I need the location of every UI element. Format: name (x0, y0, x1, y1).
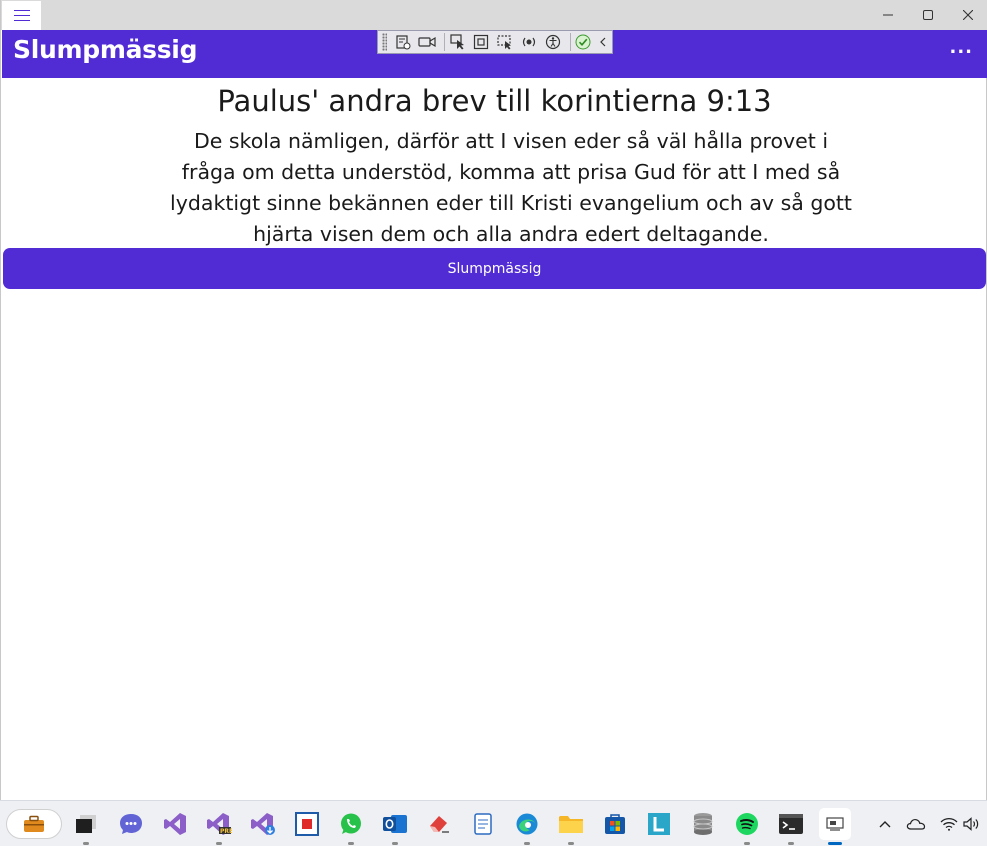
verse-reference: Paulus' andra brev till korintierna 9:13 (217, 84, 772, 118)
svg-text:PRE: PRE (220, 828, 232, 835)
eraser-app-icon (430, 816, 449, 833)
hamburger-icon (13, 9, 30, 22)
toolbar-separator (443, 33, 445, 51)
taskbar-l-app[interactable] (643, 808, 675, 840)
toolbar-separator (569, 33, 571, 51)
network-tray-button[interactable] (938, 813, 960, 835)
random-verse-button[interactable]: Slumpmässig (3, 248, 986, 289)
video-camera-icon (418, 36, 436, 48)
taskbar-spotify[interactable] (731, 808, 763, 845)
briefcase-app-button[interactable] (6, 809, 62, 839)
collapse-toolbar-button[interactable] (597, 32, 608, 52)
app-red-square-icon (295, 812, 319, 836)
taskbar-file-explorer[interactable] (555, 808, 587, 845)
show-hidden-icons-button[interactable] (874, 813, 896, 835)
taskbar-visual-studio[interactable] (159, 808, 191, 840)
wifi-icon (940, 817, 958, 831)
running-indicator (744, 842, 750, 845)
taskbar-database[interactable] (687, 808, 719, 840)
taskbar-red-app[interactable] (291, 808, 323, 840)
edge-icon (516, 813, 538, 835)
close-button[interactable] (948, 0, 987, 30)
taskbar-maui-app[interactable] (819, 808, 851, 845)
maui-app-icon (826, 817, 844, 831)
live-visual-tree-icon (396, 35, 411, 50)
taskbar-windows-terminal[interactable] (775, 808, 807, 845)
track-focus-button[interactable] (495, 32, 515, 52)
visual-studio-installer-icon (251, 813, 275, 835)
terminal-window-icon (76, 815, 96, 833)
close-icon (963, 10, 973, 20)
taskbar-edge[interactable] (511, 808, 543, 845)
taskbar-eraser-app[interactable] (423, 808, 455, 840)
display-layout-adorners-button[interactable] (472, 32, 492, 52)
windows-taskbar: PRE (0, 800, 987, 846)
file-explorer-icon (559, 816, 583, 833)
visual-studio-icon (164, 813, 186, 835)
taskbar-visual-studio-preview[interactable]: PRE (203, 808, 235, 845)
app-window: Slumpmässig ... Paulus' andra brev till … (0, 0, 987, 800)
teams-chat-icon (120, 814, 142, 834)
l-app-icon (648, 813, 670, 835)
cloud-icon (906, 819, 926, 830)
running-indicator (392, 842, 398, 845)
volume-tray-button[interactable] (961, 813, 983, 835)
toolbar-grip-handle[interactable] (382, 33, 388, 51)
xaml-debug-toolbar (377, 30, 613, 54)
taskbar-terminal-window[interactable] (70, 808, 102, 845)
taskbar-outlook[interactable] (379, 808, 411, 845)
running-indicator (348, 842, 354, 845)
taskbar-teams-chat[interactable] (115, 808, 147, 840)
running-indicator (83, 842, 89, 845)
accessibility-check-button[interactable] (543, 32, 563, 52)
hamburger-menu-button[interactable] (2, 1, 41, 30)
track-focus-icon (497, 35, 512, 50)
whatsapp-icon (341, 813, 361, 834)
speaker-icon (963, 817, 979, 831)
notepad-icon (474, 813, 492, 835)
minimize-icon (883, 14, 893, 16)
windows-terminal-icon (779, 814, 803, 834)
app-title: Slumpmässig (13, 35, 198, 64)
verse-text: De skola nämligen, därför att I visen ed… (170, 129, 852, 246)
layout-adorner-icon (474, 34, 489, 50)
running-indicator (524, 842, 530, 845)
check-circle-icon (575, 34, 591, 50)
outlook-icon (383, 815, 407, 833)
spotify-icon (736, 813, 758, 835)
store-icon (605, 814, 625, 834)
hot-reload-status-button[interactable] (573, 32, 593, 52)
select-element-button[interactable] (448, 32, 468, 52)
maximize-icon (923, 10, 933, 20)
chevron-left-icon (599, 37, 605, 47)
running-indicator (216, 842, 222, 845)
binding-failure-icon (522, 37, 536, 47)
taskbar-whatsapp[interactable] (335, 808, 367, 845)
maximize-button[interactable] (908, 0, 948, 30)
database-icon (693, 813, 713, 835)
accessibility-icon (545, 34, 560, 50)
live-visual-tree-button[interactable] (393, 32, 413, 52)
more-options-button[interactable]: ... (949, 37, 973, 58)
onedrive-tray-button[interactable] (905, 813, 927, 835)
chevron-up-icon (879, 821, 891, 828)
taskbar-notepad[interactable] (467, 808, 499, 840)
briefcase-icon (24, 815, 44, 832)
record-video-button[interactable] (417, 32, 437, 52)
binding-failures-button[interactable] (519, 32, 539, 52)
select-pointer-icon (450, 34, 464, 50)
visual-studio-preview-icon: PRE (207, 813, 232, 835)
taskbar-store[interactable] (599, 808, 631, 840)
taskbar-visual-studio-installer[interactable] (247, 808, 279, 840)
running-indicator (828, 842, 842, 845)
minimize-button[interactable] (868, 0, 908, 30)
running-indicator (788, 842, 794, 845)
title-bar (1, 0, 987, 30)
running-indicator (568, 842, 574, 845)
